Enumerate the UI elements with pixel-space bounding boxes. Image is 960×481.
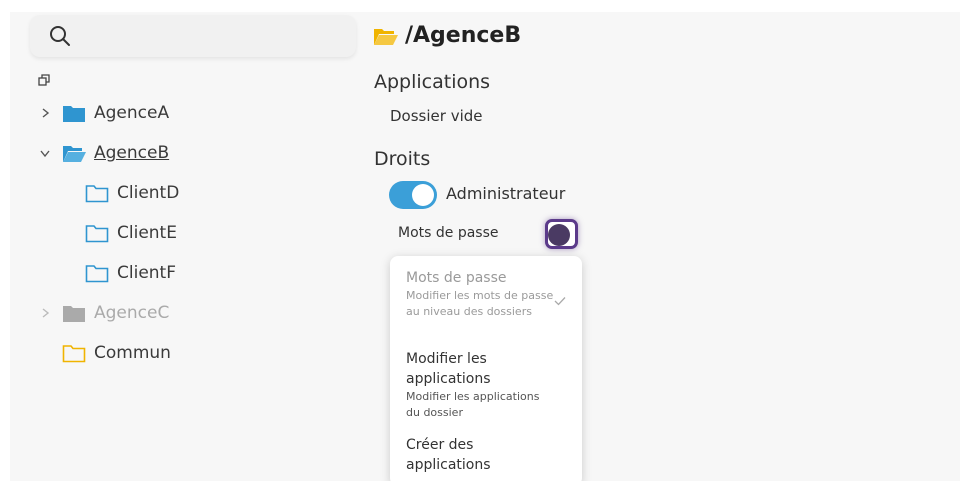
tree-item-clientd[interactable]: ClientD [85, 178, 179, 208]
tree-item-label: ClientF [117, 263, 176, 283]
dropdown-option-create-apps[interactable]: Créer des applications [406, 435, 556, 475]
folder-icon [63, 306, 85, 322]
admin-toggle[interactable] [389, 181, 437, 209]
tree-item-label: AgenceA [94, 103, 170, 123]
search-input[interactable] [30, 15, 356, 57]
folder-outline-icon [85, 225, 109, 243]
tree-item-clientf[interactable]: ClientF [85, 258, 176, 288]
tree-item-label: AgenceB [94, 143, 170, 163]
rights-select-value: Mots de passe [398, 225, 499, 241]
applications-empty-text: Dossier vide [390, 107, 483, 125]
tree-item-agencec[interactable]: AgenceC [38, 298, 169, 328]
option-title: Mots de passe [406, 270, 507, 286]
folder-icon [63, 106, 85, 122]
tree-item-agencea[interactable]: AgenceA [38, 98, 169, 128]
chevron-right-icon[interactable] [38, 306, 52, 320]
tree-item-cliente[interactable]: ClientE [85, 218, 177, 248]
page-title: /AgenceB [373, 23, 521, 48]
tree-item-label: Commun [94, 343, 171, 363]
tree-item-label: ClientD [117, 183, 180, 203]
rights-dropdown: Mots de passe Modifier les mots de passe… [390, 256, 582, 481]
applications-heading: Applications [374, 71, 491, 93]
dropdown-option-edit-apps[interactable]: Modifier les applications Modifier les a… [406, 349, 556, 421]
folder-open-icon [63, 146, 86, 162]
folder-outline-icon [62, 345, 86, 363]
checkbox-indicator [548, 224, 570, 246]
search-icon [50, 26, 70, 46]
option-title: Créer des applications [406, 437, 491, 473]
toggle-knob [412, 184, 434, 206]
admin-toggle-label: Administrateur [446, 184, 566, 203]
rights-checkbox[interactable] [545, 219, 578, 249]
folder-outline-icon [85, 265, 109, 283]
option-description: Modifier les mots de passe au niveau des… [406, 289, 554, 318]
tree-item-label: ClientE [117, 223, 177, 243]
folder-open-icon [374, 28, 398, 45]
option-title: Modifier les applications [406, 351, 491, 387]
folder-outline-icon [85, 185, 109, 203]
tree-item-commun[interactable]: Commun [62, 338, 171, 368]
rights-heading: Droits [374, 148, 431, 170]
dropdown-option-passwords[interactable]: Mots de passe Modifier les mots de passe… [406, 268, 556, 320]
collapse-all-icon[interactable] [38, 74, 50, 86]
tree-item-label: AgenceC [94, 303, 170, 323]
option-description: Modifier les applications du dossier [406, 390, 540, 419]
chevron-down-icon[interactable] [38, 146, 52, 160]
path-text: /AgenceB [405, 23, 522, 48]
check-icon [554, 297, 566, 306]
tree-item-agenceb[interactable]: AgenceB [38, 138, 169, 168]
chevron-right-icon[interactable] [38, 106, 52, 120]
sidebar [10, 12, 367, 481]
